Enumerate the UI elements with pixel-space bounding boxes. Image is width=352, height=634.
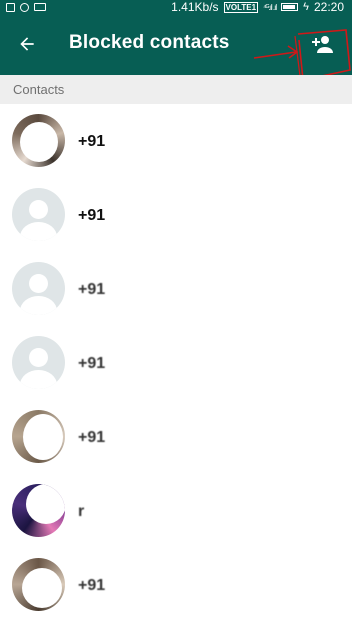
default-avatar-icon — [12, 336, 65, 389]
contact-name: r — [78, 503, 85, 520]
contact-row[interactable]: +91 — [0, 252, 352, 326]
page-title: Blocked contacts — [69, 32, 230, 53]
contact-name: +91 — [78, 355, 106, 372]
arrow-left-icon — [20, 37, 34, 51]
default-avatar-icon — [12, 188, 65, 241]
notification-icons — [0, 2, 46, 12]
add-blocked-contact-button[interactable] — [308, 32, 336, 56]
contact-row[interactable]: r — [0, 474, 352, 548]
clock: 22:20 — [313, 0, 344, 14]
contact-row[interactable]: +91 — [0, 178, 352, 252]
section-title: Contacts — [13, 82, 65, 97]
battery-icon — [281, 3, 299, 11]
section-header: Contacts — [0, 75, 352, 104]
contact-row[interactable]: +91 — [0, 104, 352, 178]
status-bar: 1.41Kb/s VOLTE1 ⁴ᴳ.ıl .ıl ϟ 22:20 — [0, 0, 352, 14]
contact-avatar — [12, 410, 65, 463]
location-icon — [20, 2, 29, 12]
contact-row[interactable]: +91 — [0, 548, 352, 622]
charging-icon: ϟ — [303, 1, 309, 13]
back-button[interactable] — [14, 31, 40, 57]
signal-icon: ⁴ᴳ.ıl .ıl — [263, 2, 277, 12]
screen-icon — [34, 3, 46, 11]
system-status: 1.41Kb/s VOLTE1 ⁴ᴳ.ıl .ıl ϟ 22:20 — [171, 0, 352, 14]
contact-avatar — [12, 558, 65, 611]
contact-avatar — [12, 114, 65, 167]
network-speed: 1.41Kb/s — [171, 0, 219, 14]
app-bar: Blocked contacts — [0, 14, 352, 75]
shield-icon — [6, 2, 15, 12]
add-person-icon — [312, 36, 333, 53]
contact-name: +91 — [78, 133, 106, 150]
contact-name: +91 — [78, 577, 106, 594]
default-avatar-icon — [12, 262, 65, 315]
contact-name: +91 — [78, 429, 106, 446]
contact-name: +91 — [78, 207, 106, 224]
contact-row[interactable]: +91 — [0, 400, 352, 474]
volte-badge: VOLTE1 — [223, 1, 259, 13]
contact-name: +91 — [78, 281, 106, 298]
contact-avatar — [12, 484, 65, 537]
contact-row[interactable]: +91 — [0, 326, 352, 400]
